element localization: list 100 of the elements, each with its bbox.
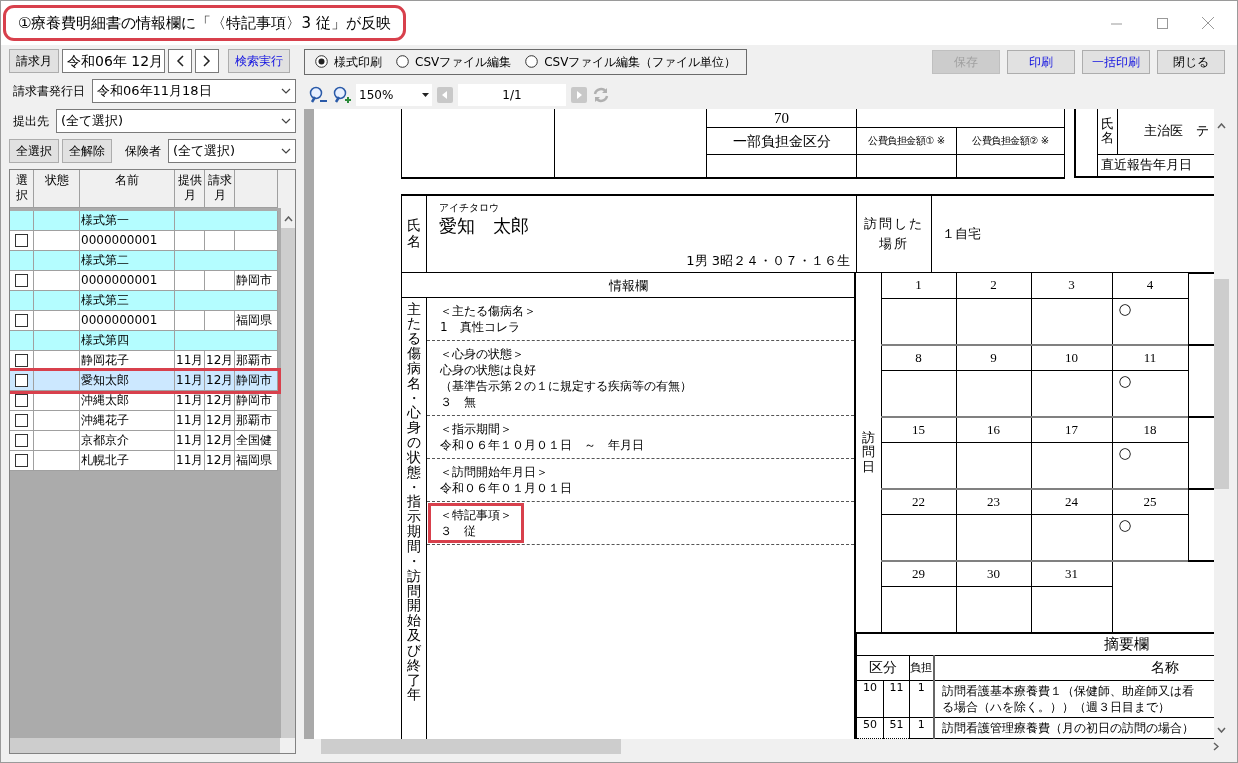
list-row[interactable]: 0000000001 福岡県 bbox=[10, 311, 278, 331]
day-number: 9 bbox=[956, 345, 1031, 370]
month-cell: 12月 bbox=[205, 371, 235, 391]
day-number: 2 bbox=[956, 273, 1031, 298]
city-cell: 福岡県 bbox=[235, 451, 278, 471]
cell-label: 一部負担金区分 bbox=[706, 127, 857, 155]
amount-text: 70 bbox=[706, 109, 857, 128]
day-number: 31 bbox=[1031, 561, 1112, 586]
info-line: ＜主たる傷病名＞ bbox=[440, 302, 536, 319]
day-number: 10 bbox=[1031, 345, 1112, 370]
radio-icon[interactable] bbox=[525, 55, 539, 69]
list-row[interactable]: 0000000001 bbox=[10, 231, 278, 251]
info-line: 令和０６年０１月０１日 bbox=[440, 479, 572, 496]
zoom-select[interactable]: 150% bbox=[356, 84, 432, 106]
issue-date-select[interactable]: 令和06年11月18日 bbox=[92, 79, 296, 103]
checkbox[interactable] bbox=[15, 414, 28, 427]
patient-details: 1男 3昭２４・０７・１６生 bbox=[686, 253, 850, 269]
scroll-up-icon[interactable] bbox=[283, 216, 293, 222]
scroll-down-icon[interactable] bbox=[1217, 727, 1226, 733]
day-number: 8 bbox=[881, 345, 956, 370]
zoom-in-icon[interactable] bbox=[332, 86, 352, 104]
caret-icon bbox=[281, 148, 291, 154]
search-button[interactable]: 検索実行 bbox=[228, 49, 290, 73]
field-label: 提出先 bbox=[12, 113, 50, 129]
item-name: 訪問看護基本療養費１（保健師、助産師又は看 bbox=[941, 682, 1195, 699]
day-number: 23 bbox=[956, 489, 1031, 514]
info-line: ＜特記事項＞ bbox=[440, 506, 512, 523]
day-number: 4 bbox=[1112, 273, 1188, 298]
list-row[interactable]: 京都京介 11月 12月 全国健 bbox=[10, 431, 278, 451]
action-button[interactable]: 一括印刷 bbox=[1082, 50, 1150, 74]
day-number: 25 bbox=[1112, 489, 1188, 514]
select-all-button[interactable]: 全選択 bbox=[9, 139, 59, 163]
info-line: ３ 従 bbox=[440, 522, 477, 539]
month-cell: 12月 bbox=[205, 451, 235, 471]
checkbox[interactable] bbox=[15, 394, 28, 407]
list-row[interactable]: 札幌北子 11月 12月 福岡県 bbox=[10, 451, 278, 471]
close-icon bbox=[1202, 17, 1214, 29]
form-cell bbox=[1075, 109, 1097, 177]
code-cell: 10 bbox=[856, 680, 884, 717]
info-line: ＜訪問開始年月日＞ bbox=[440, 463, 549, 480]
scroll-thumb[interactable] bbox=[281, 228, 295, 738]
item-name: 訪問看護管理療養費（月の初日の訪問の場合） bbox=[941, 719, 1195, 736]
window-title: ①療養費明細書の情報欄に「〈特記事項〉3 従」が反映 bbox=[6, 8, 403, 38]
cell-label: 訪問した場所 bbox=[863, 214, 925, 253]
list-row[interactable]: 愛知太郎 11月 12月 静岡市 bbox=[10, 371, 278, 391]
caret-icon bbox=[281, 118, 291, 124]
day-number: 22 bbox=[881, 489, 956, 514]
code-cell: 51 bbox=[883, 717, 910, 738]
radio-option[interactable]: CSVファイル編集（ファイル単位） bbox=[525, 54, 737, 70]
month-cell: 11月 bbox=[175, 371, 205, 391]
list-row[interactable]: 0000000001 静岡市 bbox=[10, 271, 278, 291]
scroll-right-icon[interactable] bbox=[1213, 742, 1219, 751]
code-cell: 50 bbox=[856, 717, 884, 738]
list-row[interactable]: 静岡花子 11月 12月 那覇市 bbox=[10, 351, 278, 371]
day-number: 24 bbox=[1031, 489, 1112, 514]
cell-label: 氏名 bbox=[401, 195, 427, 272]
name-cell: 愛知太郎 bbox=[80, 371, 175, 391]
checkbox[interactable] bbox=[15, 314, 28, 327]
month-field[interactable]: 令和06年 12月 bbox=[62, 49, 165, 73]
action-button[interactable]: 印刷 bbox=[1007, 50, 1075, 74]
item-name: る場合（ハを除く。））（週３日目まで） bbox=[941, 698, 1171, 715]
checkbox[interactable] bbox=[15, 234, 28, 247]
action-button[interactable]: 閉じる bbox=[1157, 50, 1225, 74]
info-line: 令和０６年１０月０１日 ～ 年月日 bbox=[440, 436, 644, 453]
billing-month-button[interactable]: 請求月 bbox=[9, 49, 59, 73]
column-header: 区分 bbox=[856, 655, 910, 680]
city-cell: 静岡市 bbox=[235, 371, 278, 391]
info-line: ＜心身の状態＞ bbox=[440, 345, 525, 362]
code-cell: 1 bbox=[909, 680, 934, 717]
checkbox[interactable] bbox=[15, 434, 28, 447]
insurer-select[interactable]: (全て選択) bbox=[168, 139, 296, 163]
checkbox[interactable] bbox=[15, 354, 28, 367]
zoom-out-icon[interactable] bbox=[308, 86, 328, 104]
checkbox[interactable] bbox=[15, 454, 28, 467]
caret-icon bbox=[281, 88, 291, 94]
section-title: 情報欄 bbox=[402, 272, 854, 298]
day-number: 29 bbox=[881, 561, 956, 586]
radio-option[interactable]: CSVファイル編集 bbox=[396, 54, 512, 70]
next-button[interactable] bbox=[195, 49, 219, 73]
scroll-thumb[interactable] bbox=[10, 738, 280, 753]
clear-all-button[interactable]: 全解除 bbox=[62, 139, 112, 163]
checkbox[interactable] bbox=[15, 274, 28, 287]
previous-button[interactable] bbox=[168, 49, 192, 73]
radio-option[interactable]: 様式印刷 bbox=[315, 54, 382, 70]
scroll-thumb[interactable] bbox=[1214, 279, 1229, 489]
field-label: 保険者 bbox=[124, 143, 162, 159]
radio-icon[interactable] bbox=[396, 55, 409, 69]
submit-to-select[interactable]: (全て選択) bbox=[56, 109, 296, 133]
list-row[interactable]: 沖縄花子 11月 12月 那覇市 bbox=[10, 411, 278, 431]
page-field[interactable]: 1/1 bbox=[458, 84, 566, 106]
info-line: 心身の状態は良好 bbox=[440, 361, 537, 378]
scroll-thumb[interactable] bbox=[321, 739, 621, 754]
day-number: 16 bbox=[956, 417, 1031, 442]
scroll-up-icon[interactable] bbox=[1217, 123, 1226, 129]
day-number: 17 bbox=[1031, 417, 1112, 442]
cell-label: 訪問日 bbox=[856, 273, 881, 633]
checkbox[interactable] bbox=[15, 374, 28, 387]
info-line: ＜指示期間＞ bbox=[440, 420, 513, 437]
radio-icon[interactable] bbox=[315, 55, 328, 69]
kana-text: アイチタロウ bbox=[439, 202, 500, 214]
